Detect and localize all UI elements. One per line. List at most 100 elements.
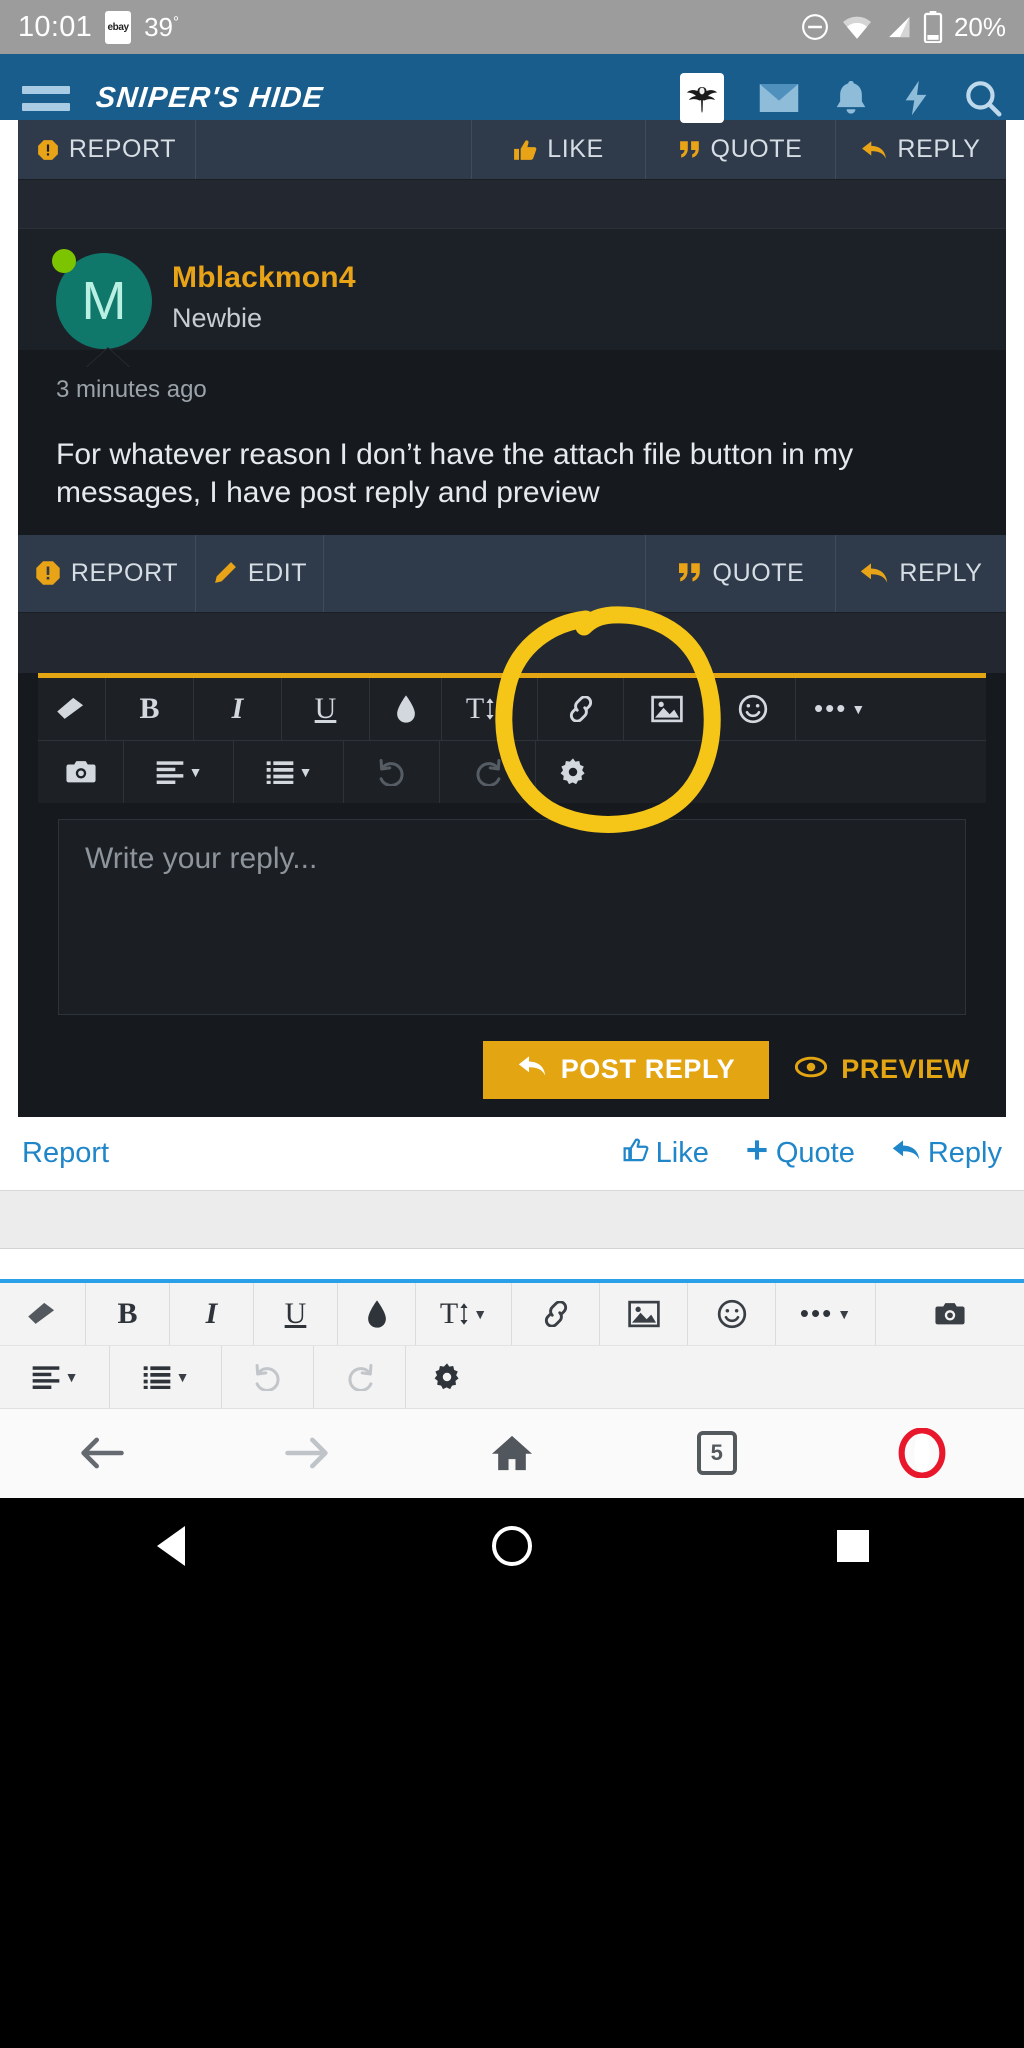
- camera-icon[interactable]: [38, 740, 124, 803]
- undo-icon[interactable]: [222, 1345, 314, 1408]
- reply-arrow-icon: [861, 139, 887, 161]
- insert-link-icon[interactable]: [512, 1282, 600, 1345]
- status-right-group: 20%: [800, 11, 1006, 43]
- battery-percentage: 20%: [953, 11, 1006, 42]
- signal-icon: [884, 14, 912, 40]
- search-icon[interactable]: [964, 79, 1002, 117]
- hamburger-menu-icon[interactable]: [22, 85, 70, 111]
- insert-image-icon[interactable]: [624, 677, 710, 740]
- remove-formatting-icon[interactable]: [38, 677, 106, 740]
- footer-quote-link[interactable]: Quote: [745, 1137, 855, 1170]
- online-status-indicator: [52, 249, 76, 273]
- undo-icon[interactable]: [344, 740, 440, 803]
- post-timestamp[interactable]: 3 minutes ago: [56, 376, 968, 404]
- underline-icon[interactable]: U: [254, 1282, 338, 1345]
- insert-link-icon[interactable]: [538, 677, 624, 740]
- kb-toolbar-row-2: ▼ ▼: [0, 1344, 1024, 1408]
- chevron-down-icon: ▼: [298, 763, 313, 780]
- previous-post-action-bar: REPORT LIKE QUOTE REPLY: [18, 120, 1006, 180]
- whats-new-icon[interactable]: [902, 79, 930, 117]
- status-left-group: 10:01 ebay 39°: [18, 10, 179, 44]
- avatar-wrapper[interactable]: M: [52, 249, 152, 349]
- report-button[interactable]: REPORT: [18, 534, 196, 612]
- footer-links-right: Like Quote Reply: [623, 1137, 1002, 1170]
- post-separator-strip: [18, 180, 1006, 228]
- post-reply-label: POST REPLY: [560, 1054, 736, 1085]
- more-options-icon[interactable]: ••• ▼: [776, 1282, 876, 1345]
- text-color-icon[interactable]: [370, 677, 442, 740]
- android-system-nav: [0, 1497, 1024, 1594]
- prev-reply-label: REPLY: [897, 135, 981, 163]
- bold-icon[interactable]: B: [106, 677, 194, 740]
- text-color-icon[interactable]: [338, 1282, 416, 1345]
- android-recents-icon[interactable]: [683, 1529, 1024, 1562]
- reply-arrow-icon: [891, 1137, 921, 1170]
- page-gray-strip: [0, 1190, 1024, 1249]
- redo-icon[interactable]: [440, 740, 536, 803]
- action-spacer: [324, 534, 646, 612]
- font-size-icon[interactable]: T ▼: [416, 1282, 512, 1345]
- prev-quote-button[interactable]: QUOTE: [646, 120, 836, 179]
- edit-button[interactable]: EDIT: [196, 534, 324, 612]
- android-back-icon[interactable]: [0, 1525, 341, 1566]
- italic-icon[interactable]: I: [170, 1282, 254, 1345]
- list-icon[interactable]: ▼: [234, 740, 344, 803]
- browser-forward-button[interactable]: [205, 1433, 410, 1473]
- battery-icon: [923, 11, 943, 43]
- reply-arrow-icon: [859, 561, 889, 585]
- post-username[interactable]: Mblackmon4: [172, 261, 356, 295]
- quote-label: QUOTE: [712, 558, 805, 587]
- post-message-text: For whatever reason I don’t have the att…: [56, 438, 854, 510]
- footer-report-link[interactable]: Report: [22, 1137, 109, 1170]
- editor-toolbar-row-1: B I U T ▼ ••• ▼: [38, 677, 986, 740]
- footer-reply-label: Reply: [927, 1136, 1002, 1169]
- page-white-gap: [0, 1248, 1024, 1279]
- quote-button[interactable]: QUOTE: [646, 534, 836, 612]
- post-author-block: Mblackmon4 Newbie: [172, 261, 356, 334]
- opera-menu-button[interactable]: [819, 1428, 1024, 1479]
- wifi-icon: [841, 14, 873, 40]
- reply-button[interactable]: REPLY: [836, 535, 1006, 612]
- prev-like-button[interactable]: LIKE: [472, 120, 646, 179]
- editor-settings-icon[interactable]: [536, 741, 986, 803]
- insert-image-icon[interactable]: [600, 1282, 688, 1345]
- header-icon-group: [680, 73, 1002, 123]
- android-home-icon[interactable]: [341, 1525, 682, 1566]
- prev-report-label: REPORT: [68, 135, 177, 163]
- underline-icon[interactable]: U: [282, 677, 370, 740]
- italic-icon[interactable]: I: [194, 677, 282, 740]
- more-options-icon[interactable]: ••• ▼: [796, 678, 986, 740]
- reply-input[interactable]: Write your reply...: [58, 818, 966, 1015]
- report-alert-icon: [35, 560, 61, 586]
- editor-settings-icon[interactable]: [406, 1346, 1024, 1408]
- site-brand-logo[interactable]: SNIPER'S HIDE: [94, 82, 325, 115]
- post-reply-button[interactable]: POST REPLY: [482, 1040, 770, 1099]
- text-align-icon[interactable]: ▼: [124, 740, 234, 803]
- redo-icon[interactable]: [314, 1345, 406, 1408]
- insert-smilie-icon[interactable]: [710, 677, 796, 740]
- thumbs-up-icon: [623, 1137, 649, 1170]
- font-size-icon[interactable]: T ▼: [442, 677, 538, 740]
- footer-like-link[interactable]: Like: [623, 1137, 709, 1170]
- webpage-viewport: REPORT LIKE QUOTE REPLY M Mblackmon4 New…: [0, 120, 1024, 1279]
- post-footer-links: Report Like Quote Reply: [0, 1116, 1024, 1191]
- browser-tabs-button[interactable]: 5: [614, 1431, 819, 1476]
- insert-smilie-icon[interactable]: [688, 1282, 776, 1345]
- camera-icon[interactable]: [876, 1283, 1024, 1345]
- text-align-icon[interactable]: ▼: [0, 1345, 110, 1408]
- site-logo-icon[interactable]: [680, 73, 724, 123]
- bold-icon[interactable]: B: [86, 1282, 170, 1345]
- remove-formatting-icon[interactable]: [0, 1282, 86, 1345]
- list-icon[interactable]: ▼: [110, 1345, 222, 1408]
- inbox-icon[interactable]: [758, 82, 800, 114]
- edit-label: EDIT: [247, 558, 308, 587]
- ebay-notification-icon: ebay: [105, 10, 132, 44]
- prev-reply-button[interactable]: REPLY: [836, 120, 1006, 179]
- footer-reply-link[interactable]: Reply: [891, 1137, 1002, 1170]
- prev-report-button[interactable]: REPORT: [18, 120, 196, 179]
- browser-home-button[interactable]: [410, 1433, 615, 1473]
- alerts-icon[interactable]: [834, 79, 868, 117]
- preview-label: PREVIEW: [841, 1054, 970, 1085]
- preview-button[interactable]: PREVIEW: [769, 1041, 986, 1099]
- browser-back-button[interactable]: [0, 1433, 205, 1473]
